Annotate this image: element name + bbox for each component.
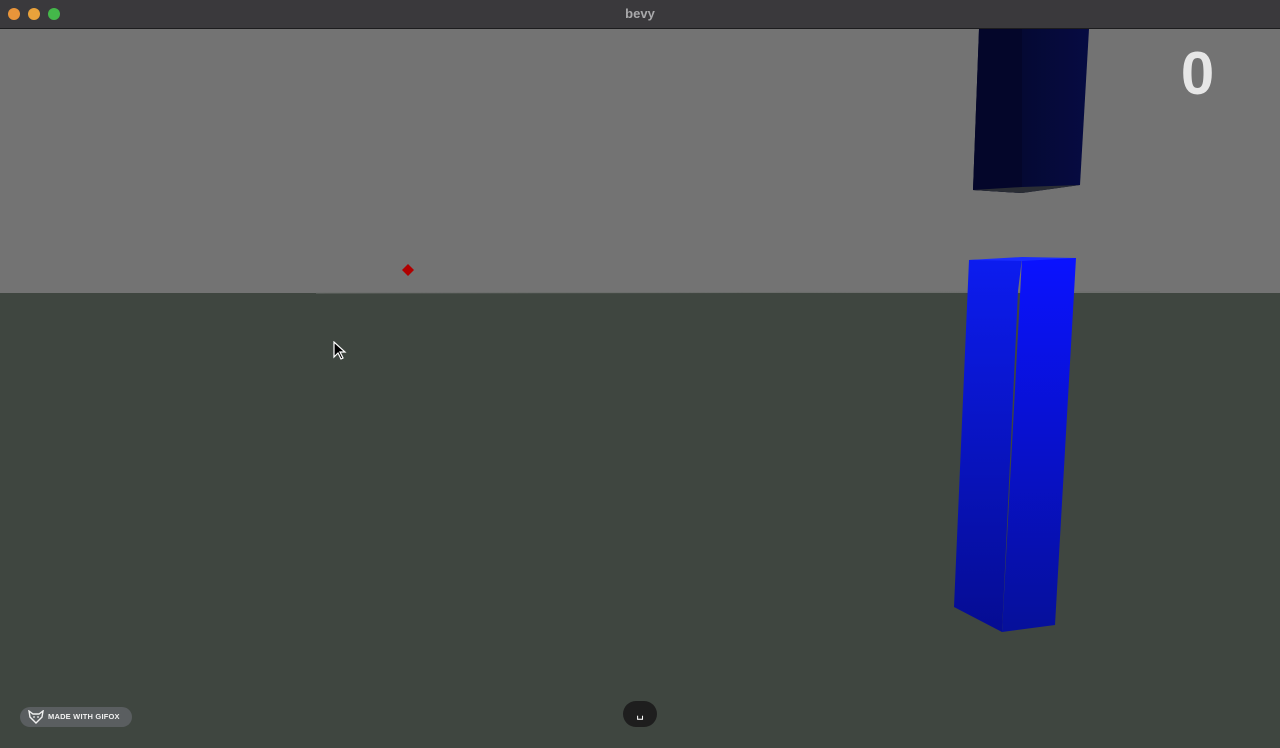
cursor-icon bbox=[333, 341, 347, 360]
bird bbox=[402, 264, 414, 276]
fox-icon bbox=[28, 710, 44, 724]
game-window: bevy 0 MADE WITH GIFOX ␣ bbox=[0, 0, 1280, 748]
game-canvas[interactable]: 0 bbox=[0, 29, 1280, 748]
pipe-top bbox=[973, 29, 1089, 193]
space-key-indicator: ␣ bbox=[623, 701, 657, 727]
gifox-label: MADE WITH GIFOX bbox=[48, 712, 120, 721]
window-title: bevy bbox=[625, 6, 655, 21]
scene-objects bbox=[315, 29, 1161, 632]
score-display: 0 bbox=[1180, 40, 1215, 107]
space-key-label: ␣ bbox=[636, 706, 644, 720]
gifox-badge[interactable]: MADE WITH GIFOX bbox=[20, 707, 132, 727]
pipe-bottom bbox=[954, 257, 1076, 632]
title-bar: bevy bbox=[0, 0, 1280, 29]
